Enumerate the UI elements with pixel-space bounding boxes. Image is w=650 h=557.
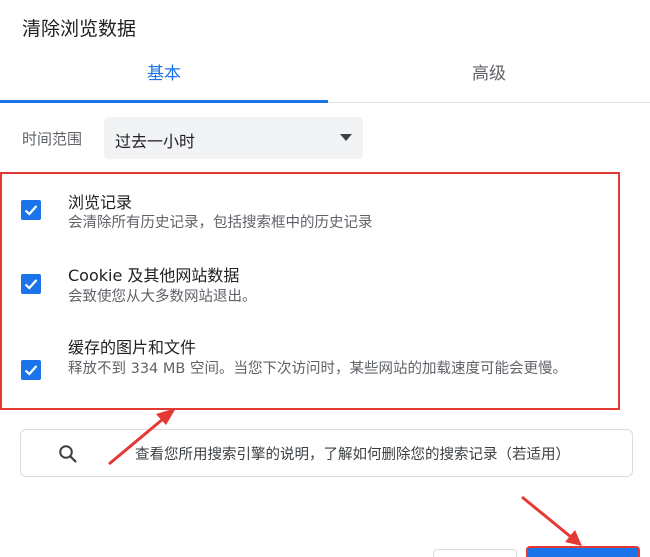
cached-files-checkbox[interactable] <box>21 360 41 380</box>
search-engine-info-row[interactable]: 查看您所用搜索引擎的说明，了解如何删除您的搜索记录（若适用） <box>20 429 633 477</box>
clear-browsing-data-dialog: 清除浏览数据 基本 高级 时间范围 过去一小时 浏览记录 会清除所有历史记录，包… <box>0 0 650 557</box>
checkmark-icon <box>24 205 38 216</box>
search-engine-info-text: 查看您所用搜索引擎的说明，了解如何删除您的搜索记录（若适用） <box>135 447 570 463</box>
search-icon <box>59 445 77 463</box>
time-range-value: 过去一小时 <box>115 132 196 151</box>
cancel-button[interactable] <box>433 549 517 557</box>
annotation-arrow-right-icon <box>521 495 582 546</box>
dialog-title: 清除浏览数据 <box>22 18 137 40</box>
option-description: 会致使您从大多数网站退出。 <box>68 289 257 305</box>
tab-bar: 基本 高级 <box>0 48 650 103</box>
tab-basic[interactable]: 基本 <box>0 48 328 103</box>
option-description: 释放不到 334 MB 空间。当您下次访问时，某些网站的加载速度可能会更慢。 <box>68 361 567 377</box>
checkmark-icon <box>24 279 38 290</box>
time-range-label: 时间范围 <box>22 130 83 148</box>
time-range-select[interactable]: 过去一小时 <box>104 117 363 159</box>
option-description: 会清除所有历史记录，包括搜索框中的历史记录 <box>68 215 373 231</box>
clear-data-button[interactable] <box>526 546 640 557</box>
checkmark-icon <box>24 365 38 376</box>
cookies-checkbox[interactable] <box>21 274 41 294</box>
option-title: Cookie 及其他网站数据 <box>68 266 240 285</box>
caret-down-icon <box>340 134 352 141</box>
option-title: 浏览记录 <box>68 193 133 212</box>
tab-advanced[interactable]: 高级 <box>328 48 650 102</box>
browsing-history-checkbox[interactable] <box>21 200 41 220</box>
option-title: 缓存的图片和文件 <box>68 338 197 357</box>
